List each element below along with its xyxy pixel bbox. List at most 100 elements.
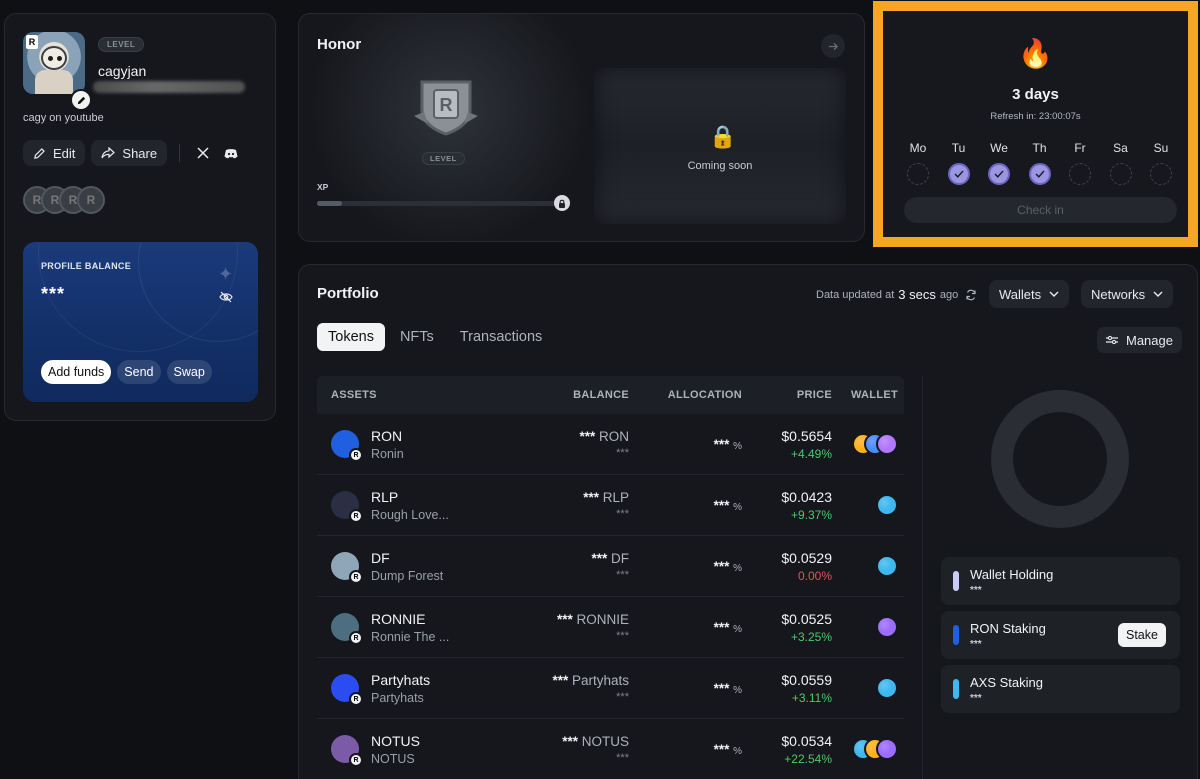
day-label: We [990,141,1008,155]
profile-card: R LEVEL cagyjan cagy on youtube Edit Sha… [4,13,276,421]
table-row[interactable]: R RONNIE Ronnie The ... *** RONNIE *** *** % $… [317,597,904,658]
tab-tokens[interactable]: Tokens [317,323,385,351]
asset-cell: R Partyhats Partyhats [317,672,527,706]
profile-actions: Edit Share [23,140,242,166]
allocation-value: *** [713,680,730,696]
token-price: $0.0423 [781,488,832,505]
ronin-chain-icon: R [349,448,363,462]
allocation-value: *** [713,619,730,635]
price-cell: $0.0529 0.00% [742,550,832,583]
legend-wallet-holding: Wallet Holding *** [941,557,1180,605]
table-header: ASSETS BALANCE ALLOCATION PRICE WALLET [317,376,904,414]
honor-shield-icon: R [414,80,478,136]
sparkle-icon: ✦ [218,264,234,284]
column-wallet: WALLET [850,389,898,401]
manage-button[interactable]: Manage [1097,327,1182,353]
column-balance[interactable]: BALANCE [527,389,629,401]
discord-social-link[interactable] [220,142,242,164]
asset-cell: R RONNIE Ronnie The ... [317,610,527,645]
balance-symbol: RLP [602,490,629,505]
legend-name: RON Staking [970,621,1046,636]
xp-progress-bar [317,201,562,206]
asset-name: RONNIE [371,610,426,627]
column-allocation[interactable]: ALLOCATION [629,389,742,401]
table-row[interactable]: R RON Ronin *** RON *** *** % $0.5654 +4.49% [317,414,904,475]
wallets-dropdown[interactable]: Wallets [989,280,1070,308]
tab-nfts[interactable]: NFTs [389,323,445,351]
price-cell: $0.5654 +4.49% [742,428,832,461]
table-row[interactable]: R DF Dump Forest *** DF *** *** % $0.0529 0.00% [317,536,904,597]
share-label: Share [122,145,158,161]
ronin-badge-icon: R [26,35,38,49]
avatar[interactable]: R [23,32,85,94]
portfolio-card: Portfolio Data updated at 3 secs ago Wal… [298,264,1198,779]
send-button[interactable]: Send [117,360,161,384]
wallet-cell [832,555,904,577]
wallet-cell [832,738,904,760]
token-logo-icon: R [331,552,363,584]
allocation-cell: *** % [629,559,742,574]
asset-fullname: Ronin [371,446,404,461]
balance-usd: *** [616,447,629,459]
asset-fullname: Partyhats [371,690,424,705]
chevron-down-icon [1153,291,1163,297]
day-status-empty [1109,163,1132,185]
table-row[interactable]: R RLP Rough Love... *** RLP *** *** % $0.0423 +… [317,475,904,536]
sliders-icon [1106,335,1118,345]
check-in-button[interactable]: Check in [904,197,1177,223]
allocation-unit: % [733,684,742,696]
streak-days: 3 days [1012,86,1059,103]
table-body: R RON Ronin *** RON *** *** % $0.5654 +4.49% R RL… [317,414,904,779]
allocation-cell: *** % [629,437,742,452]
token-price: $0.0525 [781,610,832,627]
allocation-donut-chart [991,390,1129,528]
networks-dropdown[interactable]: Networks [1081,280,1174,308]
allocation-cell: *** % [629,742,742,757]
allocation-unit: % [733,745,742,757]
divider [179,144,181,162]
manage-label: Manage [1126,332,1173,348]
eye-off-icon[interactable] [219,290,233,308]
edit-avatar-button[interactable] [70,89,92,111]
honor-level-badge: LEVEL [422,152,465,165]
edit-label: Edit [53,145,76,161]
add-funds-button[interactable]: Add funds [41,360,112,384]
profile-bio: cagy on youtube [23,112,104,124]
table-row[interactable]: R NOTUS NOTUS *** NOTUS *** *** % $0.0534 +22.5… [317,719,904,779]
updated-prefix: Data updated at [816,288,895,301]
column-price[interactable]: PRICE [742,389,832,401]
discord-logo-icon [224,148,238,158]
balance-amount: *** [556,612,573,627]
honor-arrow-button[interactable] [821,34,845,58]
honor-card: Honor R LEVEL XP 🔒 Coming soon [298,13,865,242]
day-status-empty [1150,163,1172,185]
level-badge: LEVEL [98,37,145,52]
wallet-cell [832,433,904,455]
price-change: +3.11% [791,690,832,705]
column-assets[interactable]: ASSETS [317,389,527,401]
checkmark-icon [1028,163,1051,185]
asset-name: DF [371,549,390,566]
asset-fullname: Ronnie The ... [371,629,450,644]
honor-title: Honor [317,36,362,53]
refresh-icon[interactable] [965,289,977,301]
balance-cell: *** RONNIE *** [527,612,629,642]
table-row[interactable]: R Partyhats Partyhats *** Partyhats *** *** %… [317,658,904,719]
data-updated-status: Data updated at 3 secs ago [816,287,977,302]
balance-cell: *** Partyhats *** [527,673,629,703]
stake-button[interactable]: Stake [1118,623,1166,647]
edit-profile-button[interactable]: Edit [23,140,86,166]
asset-cell: R RON Ronin [317,428,527,462]
swap-button[interactable]: Swap [166,360,212,384]
balance-usd: *** [616,569,629,581]
x-social-link[interactable] [192,142,214,164]
token-logo-icon: R [331,674,363,706]
checkmark-icon [947,163,970,185]
share-profile-button[interactable]: Share [91,140,168,166]
networks-label: Networks [1091,286,1146,302]
wallet-avatar-icon [876,555,898,577]
tab-transactions[interactable]: Transactions [449,323,553,351]
wallets-label: Wallets [999,286,1042,302]
wallet-cell [832,494,904,516]
streak-highlight-frame: 🔥 3 days Refresh in: 23:00:07s Mo Tu We … [873,1,1198,247]
